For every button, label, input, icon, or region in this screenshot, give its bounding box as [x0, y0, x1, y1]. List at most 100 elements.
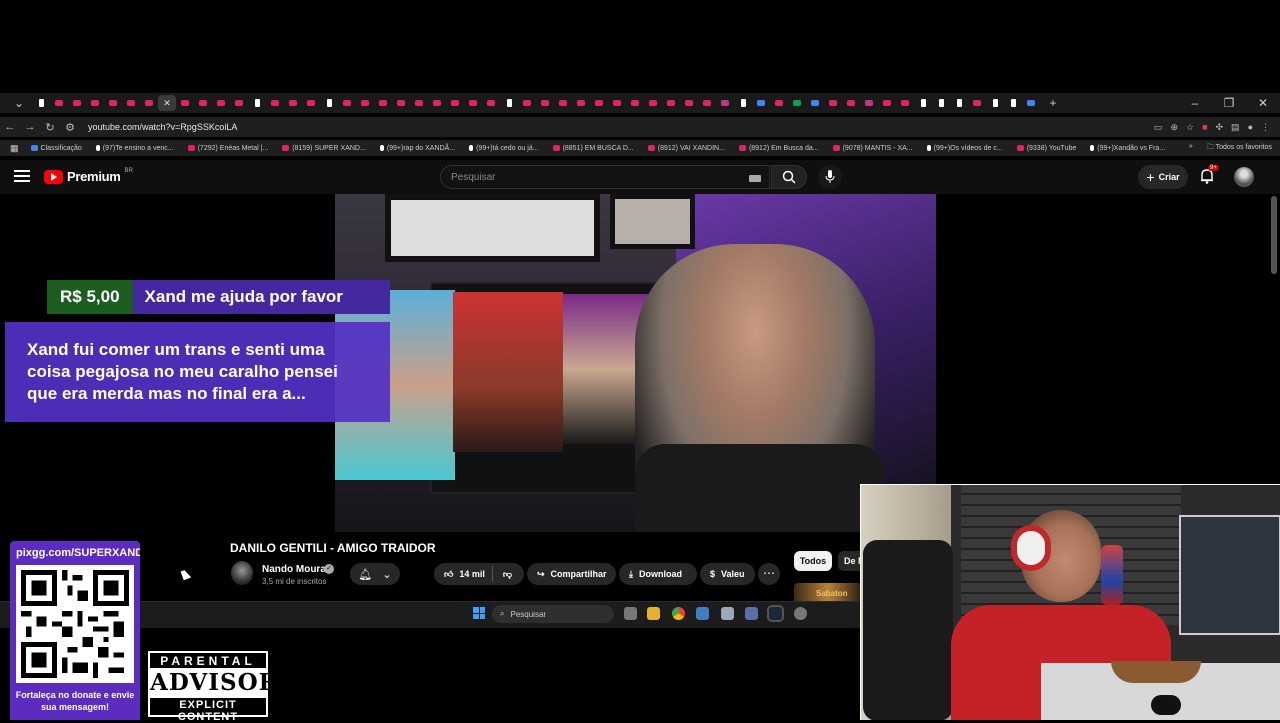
- create-button[interactable]: + Criar: [1138, 165, 1188, 189]
- keyboard-icon[interactable]: [749, 175, 761, 182]
- task-view-icon[interactable]: [624, 607, 637, 620]
- browser-tab[interactable]: [284, 95, 302, 111]
- all-favorites-link[interactable]: 🗀 Todos os favoritos: [1207, 143, 1272, 154]
- browser-tab[interactable]: [716, 95, 734, 111]
- app-icon-diamond[interactable]: [745, 607, 758, 620]
- browser-tab[interactable]: [392, 95, 410, 111]
- bookmark-item[interactable]: Classificação: [30, 145, 82, 152]
- browser-tab[interactable]: [914, 95, 932, 111]
- browser-menu-icon[interactable]: ⋮: [1261, 122, 1270, 133]
- subscription-bell-button[interactable]: 🔔︎ ⌄: [350, 563, 400, 585]
- bookmark-item[interactable]: (8912) Em Busca da...: [738, 145, 819, 152]
- browser-tab[interactable]: [518, 95, 536, 111]
- site-info-icon[interactable]: ⚙: [60, 121, 80, 134]
- browser-tab[interactable]: [1022, 95, 1040, 111]
- notifications-button[interactable]: 9+: [1200, 165, 1219, 186]
- download-button[interactable]: ⤓ Download: [619, 563, 697, 585]
- channel-avatar[interactable]: [231, 561, 253, 585]
- browser-tab[interactable]: [428, 95, 446, 111]
- more-actions-button[interactable]: ⋯: [758, 563, 780, 585]
- browser-tab[interactable]: [824, 95, 842, 111]
- browser-tab[interactable]: [50, 95, 68, 111]
- bookmark-item[interactable]: (7292) Enéas Metal |...: [187, 145, 268, 152]
- thumbs-down-icon[interactable]: 👎︎: [503, 569, 512, 580]
- steam-icon[interactable]: [767, 605, 784, 622]
- browser-tab[interactable]: [860, 95, 878, 111]
- share-button[interactable]: ↪ Compartilhar: [527, 563, 616, 585]
- browser-tab[interactable]: [680, 95, 698, 111]
- new-tab-icon[interactable]: +: [1040, 96, 1066, 110]
- close-window-icon[interactable]: ✕: [1250, 96, 1276, 110]
- browser-tab[interactable]: [572, 95, 590, 111]
- browser-tab[interactable]: [176, 95, 194, 111]
- browser-tab[interactable]: [104, 95, 122, 111]
- browser-tab[interactable]: [122, 95, 140, 111]
- url-field[interactable]: youtube.com/watch?v=RpgSSKcoiLA: [88, 122, 237, 132]
- browser-tab[interactable]: [770, 95, 788, 111]
- browser-tab[interactable]: [734, 95, 752, 111]
- browser-tab[interactable]: [626, 95, 644, 111]
- apps-grid-icon[interactable]: ▦: [10, 143, 19, 154]
- windows-start-icon[interactable]: [473, 607, 485, 619]
- browser-tab[interactable]: [932, 95, 950, 111]
- browser-tab[interactable]: [482, 95, 500, 111]
- browser-tab[interactable]: [266, 95, 284, 111]
- extensions-icon[interactable]: ✣: [1216, 122, 1224, 133]
- browser-tab[interactable]: [896, 95, 914, 111]
- channel-name[interactable]: Nando Moura: [262, 564, 326, 575]
- thanks-button[interactable]: $ Valeu: [700, 563, 755, 585]
- app-icon-round[interactable]: [794, 607, 807, 620]
- browser-tab[interactable]: [806, 95, 824, 111]
- profile-icon[interactable]: ●: [1248, 122, 1253, 133]
- browser-tab[interactable]: [662, 95, 680, 111]
- page-scrollbar[interactable]: [1271, 196, 1277, 274]
- bookmark-item[interactable]: (99+)Os vídeos de c...: [926, 145, 1003, 152]
- reload-icon[interactable]: ↻: [40, 121, 60, 134]
- bookmark-item[interactable]: (8912) VAI XANDIN...: [647, 145, 725, 152]
- browser-tab[interactable]: [644, 95, 662, 111]
- video-player[interactable]: [335, 194, 936, 532]
- more-bookmarks-icon[interactable]: »: [1189, 143, 1193, 154]
- browser-tab[interactable]: [842, 95, 860, 111]
- browser-tab[interactable]: [140, 95, 158, 111]
- like-button[interactable]: 👍︎ 14 mil 👎︎: [434, 563, 524, 585]
- browser-tab[interactable]: [1004, 95, 1022, 111]
- back-icon[interactable]: ←: [0, 121, 20, 133]
- youtube-logo[interactable]: Premium BR: [44, 168, 133, 184]
- browser-tab[interactable]: [302, 95, 320, 111]
- bookmark-item[interactable]: (8159) SUPER XAND...: [282, 145, 366, 152]
- cast-icon[interactable]: ▭: [1154, 122, 1163, 133]
- browser-tab[interactable]: [86, 95, 104, 111]
- bookmark-item[interactable]: (9338) YouTube: [1016, 145, 1076, 152]
- bookmark-star-icon[interactable]: ☆: [1186, 122, 1194, 133]
- forward-icon[interactable]: →: [20, 121, 40, 133]
- browser-tab[interactable]: [356, 95, 374, 111]
- search-button[interactable]: [771, 165, 807, 189]
- browser-tab[interactable]: [608, 95, 626, 111]
- app-icon-blue[interactable]: [696, 607, 709, 620]
- browser-tab[interactable]: [554, 95, 572, 111]
- browser-tab[interactable]: [590, 95, 608, 111]
- browser-tab[interactable]: [446, 95, 464, 111]
- zoom-icon[interactable]: ⊕: [1170, 122, 1178, 133]
- minimize-icon[interactable]: –: [1182, 96, 1208, 110]
- browser-tab[interactable]: [950, 95, 968, 111]
- browser-tab[interactable]: [230, 95, 248, 111]
- browser-tab[interactable]: [878, 95, 896, 111]
- browser-tab[interactable]: [68, 95, 86, 111]
- browser-tab[interactable]: [986, 95, 1004, 111]
- browser-tab[interactable]: [194, 95, 212, 111]
- browser-tab[interactable]: [374, 95, 392, 111]
- restore-icon[interactable]: ❐: [1216, 96, 1242, 110]
- account-avatar[interactable]: [1234, 167, 1254, 187]
- browser-tab[interactable]: [320, 95, 338, 111]
- browser-tab[interactable]: [968, 95, 986, 111]
- file-explorer-icon[interactable]: [647, 607, 660, 620]
- browser-tab[interactable]: [410, 95, 428, 111]
- sidebar-icon[interactable]: ▤: [1231, 122, 1240, 133]
- browser-tab[interactable]: ✕: [158, 95, 176, 111]
- browser-tab[interactable]: [698, 95, 716, 111]
- chrome-icon[interactable]: [672, 607, 685, 620]
- settings-icon[interactable]: [721, 607, 734, 620]
- bookmark-item[interactable]: (8851) EM BUSCA D...: [552, 145, 634, 152]
